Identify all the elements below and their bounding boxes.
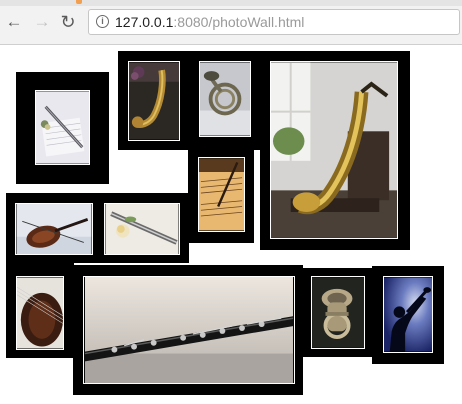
trumpet-player-image <box>384 277 432 352</box>
photo-clarinet[interactable] <box>83 276 295 384</box>
url-path: :8080/photoWall.html <box>173 14 305 30</box>
photo-violin[interactable] <box>15 203 93 255</box>
url-host: 127.0.0.1 <box>115 14 174 30</box>
photo-sheet-music[interactable] <box>198 157 245 232</box>
photo-tuba[interactable] <box>311 276 365 349</box>
photo-violin-closeup[interactable] <box>16 276 64 350</box>
arrow-left-icon[interactable]: ← <box>4 12 24 32</box>
tab-strip <box>0 0 462 6</box>
url-text[interactable]: 127.0.0.1:8080/photoWall.html <box>115 14 304 30</box>
photo-saxophone-chair[interactable] <box>270 61 398 239</box>
photo-flute-flower[interactable] <box>104 203 180 255</box>
saxophone-small-image <box>129 62 179 140</box>
browser-toolbar: ← → ↻ i 127.0.0.1:8080/photoWall.html <box>0 0 462 45</box>
arrow-right-icon[interactable]: → <box>32 12 52 32</box>
clarinet-image <box>84 277 294 383</box>
flute-image <box>36 91 89 164</box>
reload-icon[interactable]: ↻ <box>58 12 78 32</box>
tab-favicon <box>76 0 82 4</box>
photo-flute-sheet[interactable] <box>35 90 90 165</box>
tuba-image <box>312 277 364 348</box>
photo-trumpet-player[interactable] <box>383 276 433 353</box>
violin-closeup-image <box>17 277 63 349</box>
flute-flower-image <box>105 204 179 254</box>
french-horn-image <box>200 62 250 136</box>
sheet-music-image <box>199 158 244 231</box>
violin-image <box>16 204 92 254</box>
photo-french-horn[interactable] <box>199 61 251 137</box>
address-bar[interactable]: i 127.0.0.1:8080/photoWall.html <box>88 9 460 35</box>
saxophone-chair-image <box>271 62 397 238</box>
info-icon[interactable]: i <box>96 15 109 28</box>
photo-saxophone-small[interactable] <box>128 61 180 141</box>
